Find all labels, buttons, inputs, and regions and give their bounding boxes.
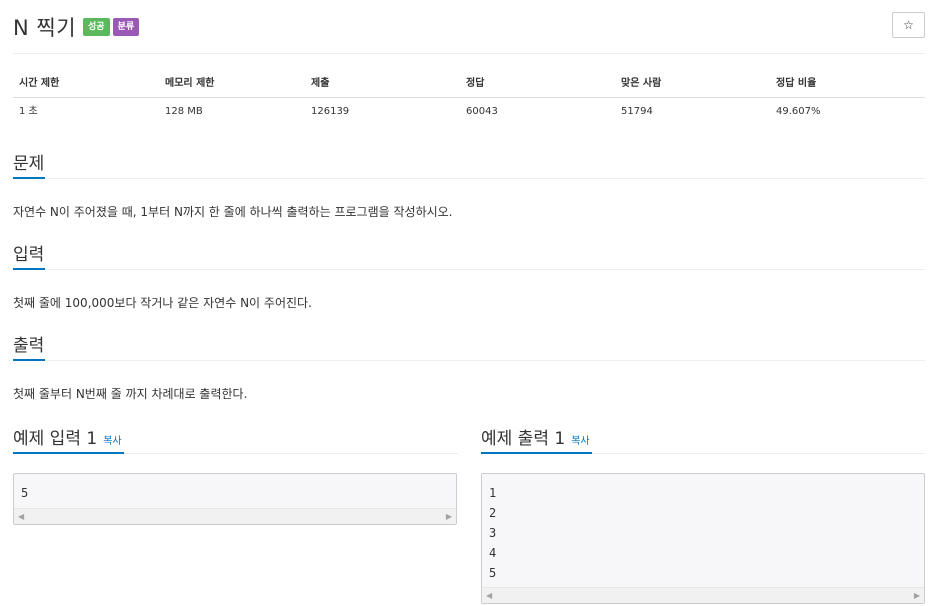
sample-input-headline-bar: [13, 452, 124, 454]
info-table-row: 1 초 128 MB 126139 60043 51794 49.607%: [13, 98, 925, 126]
star-button[interactable]: ☆: [892, 12, 925, 38]
sample-input-box: 5 ◀ ▶: [13, 473, 457, 525]
output-text: 첫째 줄부터 N번째 줄 까지 차례대로 출력한다.: [13, 387, 248, 401]
value-memory-limit: 128 MB: [165, 106, 203, 117]
value-solved-users: 51794: [621, 106, 653, 117]
info-table-header: 시간 제한 메모리 제한 제출 정답 맞은 사람 정답 비율: [13, 70, 925, 98]
sample-output-headline-bar: [481, 452, 592, 454]
sample-input-scrollbar[interactable]: ◀ ▶: [14, 508, 456, 524]
header-accept-ratio: 정답 비율: [776, 78, 817, 89]
scroll-left-icon[interactable]: ◀: [18, 511, 24, 523]
input-divider: [45, 269, 925, 270]
page-title: N 찍기: [13, 16, 77, 40]
output-divider: [45, 360, 925, 361]
problem-info-table: 시간 제한 메모리 제한 제출 정답 맞은 사람 정답 비율 1 초 128 M…: [13, 70, 925, 126]
sample-input-content: 5: [21, 486, 29, 500]
star-icon: ☆: [903, 18, 914, 32]
header-submissions: 제출: [311, 78, 330, 89]
value-accept-ratio: 49.607%: [776, 106, 821, 117]
sample-input-header: 예제 입력 1 복사: [13, 424, 122, 449]
value-time-limit: 1 초: [19, 106, 38, 117]
header-accepted: 정답: [466, 78, 485, 89]
sample-output-headline: 예제 출력 1: [481, 429, 566, 449]
sample-input-divider: [124, 453, 458, 454]
description-headline: 문제: [13, 154, 45, 174]
header-time-limit: 시간 제한: [19, 78, 60, 89]
scroll-right-icon[interactable]: ▶: [446, 511, 452, 523]
sample-output-copy-button[interactable]: 복사: [571, 432, 589, 447]
sample-input-headline: 예제 입력 1: [13, 429, 98, 449]
header-memory-limit: 메모리 제한: [165, 78, 215, 89]
output-headline: 출력: [13, 336, 45, 356]
value-submissions: 126139: [311, 106, 350, 117]
title-divider: [13, 53, 925, 54]
input-text: 첫째 줄에 100,000보다 작거나 같은 자연수 N이 주어진다.: [13, 296, 312, 310]
input-headline-bar: [13, 268, 45, 270]
output-headline-bar: [13, 359, 45, 361]
description-headline-bar: [13, 177, 45, 179]
sample-output-header: 예제 출력 1 복사: [481, 424, 590, 449]
header-solved-users: 맞은 사람: [621, 78, 662, 89]
sample-output-scrollbar[interactable]: ◀ ▶: [482, 587, 924, 603]
sample-output-divider: [592, 453, 925, 454]
sample-output-box: 1 2 3 4 5 ◀ ▶: [481, 473, 925, 604]
scroll-left-icon[interactable]: ◀: [486, 590, 492, 602]
value-accepted: 60043: [466, 106, 498, 117]
description-divider: [45, 178, 925, 179]
success-badge[interactable]: 성공: [83, 18, 110, 36]
classify-badge[interactable]: 분류: [112, 18, 140, 36]
sample-output-content: 1 2 3 4 5: [489, 486, 497, 580]
sample-input-copy-button[interactable]: 복사: [103, 432, 121, 447]
title-row: N 찍기 성공 분류: [13, 12, 140, 42]
description-text: 자연수 N이 주어졌을 때, 1부터 N까지 한 줄에 하나씩 출력하는 프로그…: [13, 205, 453, 219]
input-headline: 입력: [13, 245, 45, 265]
scroll-right-icon[interactable]: ▶: [914, 590, 920, 602]
